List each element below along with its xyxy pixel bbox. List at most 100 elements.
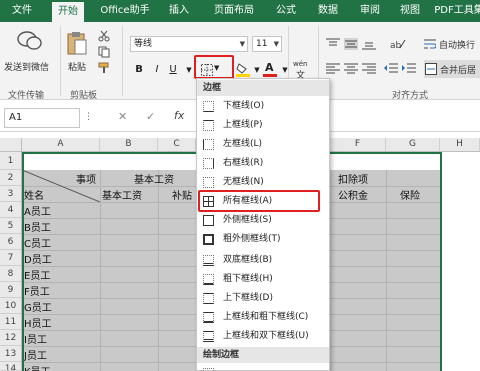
menu-item-bottom-border[interactable]: 下框线(O) [197,97,329,116]
enter-icon[interactable]: ✓ [146,110,155,123]
employee-cell[interactable]: E员工 [24,267,50,282]
align-middle-icon[interactable] [344,38,358,50]
column-header-b[interactable]: B [100,138,158,152]
row-header-12[interactable]: 12 [0,330,22,346]
bold-button[interactable]: B [132,62,146,78]
tab-file[interactable]: 文件 [4,0,40,22]
align-center-icon[interactable] [344,62,358,74]
tab-formulas[interactable]: 公式 [268,0,304,22]
column-header-a[interactable]: A [22,138,100,152]
column-header-h[interactable]: H [440,138,480,152]
align-right-icon[interactable] [362,62,376,74]
row-header-10[interactable]: 10 [0,298,22,314]
header-insurance[interactable]: 保险 [400,187,420,202]
employee-cell[interactable]: B员工 [24,219,51,234]
row-header-1[interactable]: 1 [0,152,22,170]
font-name-combo[interactable]: 等线 ▼ [130,36,248,52]
orientation-icon[interactable]: ab [390,38,406,50]
font-size-combo[interactable]: 11 ▼ [252,36,282,52]
menu-item-top-bottom-border[interactable]: 上下框线(D) [197,289,329,308]
indent-decrease-icon[interactable] [384,62,398,74]
tab-data[interactable]: 数据 [310,0,346,22]
indent-increase-icon[interactable] [402,62,416,74]
header-deductions[interactable]: 扣除项 [338,171,368,186]
employee-cell[interactable]: J员工 [24,347,47,362]
tab-office-assistant[interactable]: Office助手 [96,0,154,22]
more-icon: ⋮ [84,112,93,122]
employee-cell[interactable]: G员工 [24,299,52,314]
employee-cell[interactable]: F员工 [24,283,50,298]
tab-view[interactable]: 视图 [392,0,428,22]
select-all-corner[interactable] [0,138,22,152]
fill-color-icon[interactable] [236,62,250,78]
menu-item-double-bottom-border[interactable]: 双底框线(B) [197,251,329,270]
menu-item-label: 上下框线(D) [223,293,273,303]
align-top-icon[interactable] [326,38,340,50]
column-header-f[interactable]: F [330,138,386,152]
header-basic-salary[interactable]: 基本工资 [102,187,142,202]
row-header-7[interactable]: 7 [0,250,22,266]
menu-item-right-border[interactable]: 右框线(R) [197,154,329,173]
wrap-text-button[interactable]: 自动换行 [424,36,480,52]
merge-center-button[interactable]: 合并后居 [424,60,480,78]
row-header-11[interactable]: 11 [0,314,22,330]
chevron-down-icon: ▼ [273,40,279,48]
header-item[interactable]: 事项 [76,171,96,186]
row-header-3[interactable]: 3 [0,186,22,202]
row-header-5[interactable]: 5 [0,218,22,234]
header-fund[interactable]: 公积金 [338,187,368,202]
menu-section-draw-borders: 绘制边框 [197,347,329,363]
menu-item-draw-border[interactable] [197,364,329,371]
send-wechat-button[interactable]: 发送到微信 [4,28,56,74]
employee-cell[interactable]: C员工 [24,235,51,250]
employee-cell[interactable]: A员工 [24,203,51,218]
menu-item-label: 无框线(N) [223,177,264,187]
row-header-14[interactable]: 14 [0,362,22,371]
employee-cell[interactable]: D员工 [24,251,52,266]
italic-button[interactable]: I [150,62,164,78]
copy-icon[interactable] [98,46,110,58]
paste-button[interactable]: 粘贴 [64,28,90,76]
cut-icon[interactable] [98,30,110,42]
row-header-9[interactable]: 9 [0,282,22,298]
menu-item-left-border[interactable]: 左框线(L) [197,135,329,154]
tab-insert[interactable]: 插入 [162,0,196,22]
menu-item-top-border[interactable]: 上框线(P) [197,116,329,135]
menu-item-top-thick-bottom-border[interactable]: 上框线和粗下框线(C) [197,308,329,327]
insert-function-button[interactable]: fx [174,109,184,122]
row-header-13[interactable]: 13 [0,346,22,362]
format-painter-icon[interactable] [98,62,110,74]
employee-cell[interactable]: K员工 [24,363,51,371]
row-header-6[interactable]: 6 [0,234,22,250]
cancel-icon[interactable]: ✕ [118,110,127,123]
row-header-4[interactable]: 4 [0,202,22,218]
header-basic-salary-group[interactable]: 基本工资 [134,171,174,186]
header-name[interactable]: 姓名 [24,187,44,202]
right-border-icon [203,158,214,169]
name-box[interactable]: A1 [4,108,80,128]
employee-cell[interactable]: I员工 [24,331,47,346]
tab-review[interactable]: 审阅 [352,0,388,22]
tab-page-layout[interactable]: 页面布局 [206,0,262,22]
align-left-icon[interactable] [326,62,340,74]
menu-item-top-double-bottom-border[interactable]: 上框线和双下框线(U) [197,327,329,346]
font-color-button[interactable]: A [262,60,278,78]
underline-button[interactable]: U [166,62,180,78]
row-header-2[interactable]: 2 [0,170,22,186]
row-header-8[interactable]: 8 [0,266,22,282]
phonetic-label[interactable]: wén [293,60,307,68]
employee-cell[interactable]: H员工 [24,315,52,330]
tab-pdf-tools[interactable]: PDF工具集 [434,0,480,22]
align-bottom-icon[interactable] [362,38,376,50]
column-header-g[interactable]: G [386,138,440,152]
top-double-bottom-border-icon [203,331,214,342]
tab-home[interactable]: 开始 [52,2,84,22]
column-header-c[interactable]: C [158,138,196,152]
menu-item-thick-outside-borders[interactable]: 粗外侧框线(T) [197,230,329,249]
header-subsidy[interactable]: 补贴 [172,187,196,202]
font-color-arrow[interactable]: ▼ [278,62,292,78]
menu-item-label: 左框线(L) [223,139,263,149]
menu-item-thick-bottom-border[interactable]: 粗下框线(H) [197,270,329,289]
no-border-icon [203,177,214,188]
menu-item-outside-borders[interactable]: 外侧框线(S) [197,211,329,230]
